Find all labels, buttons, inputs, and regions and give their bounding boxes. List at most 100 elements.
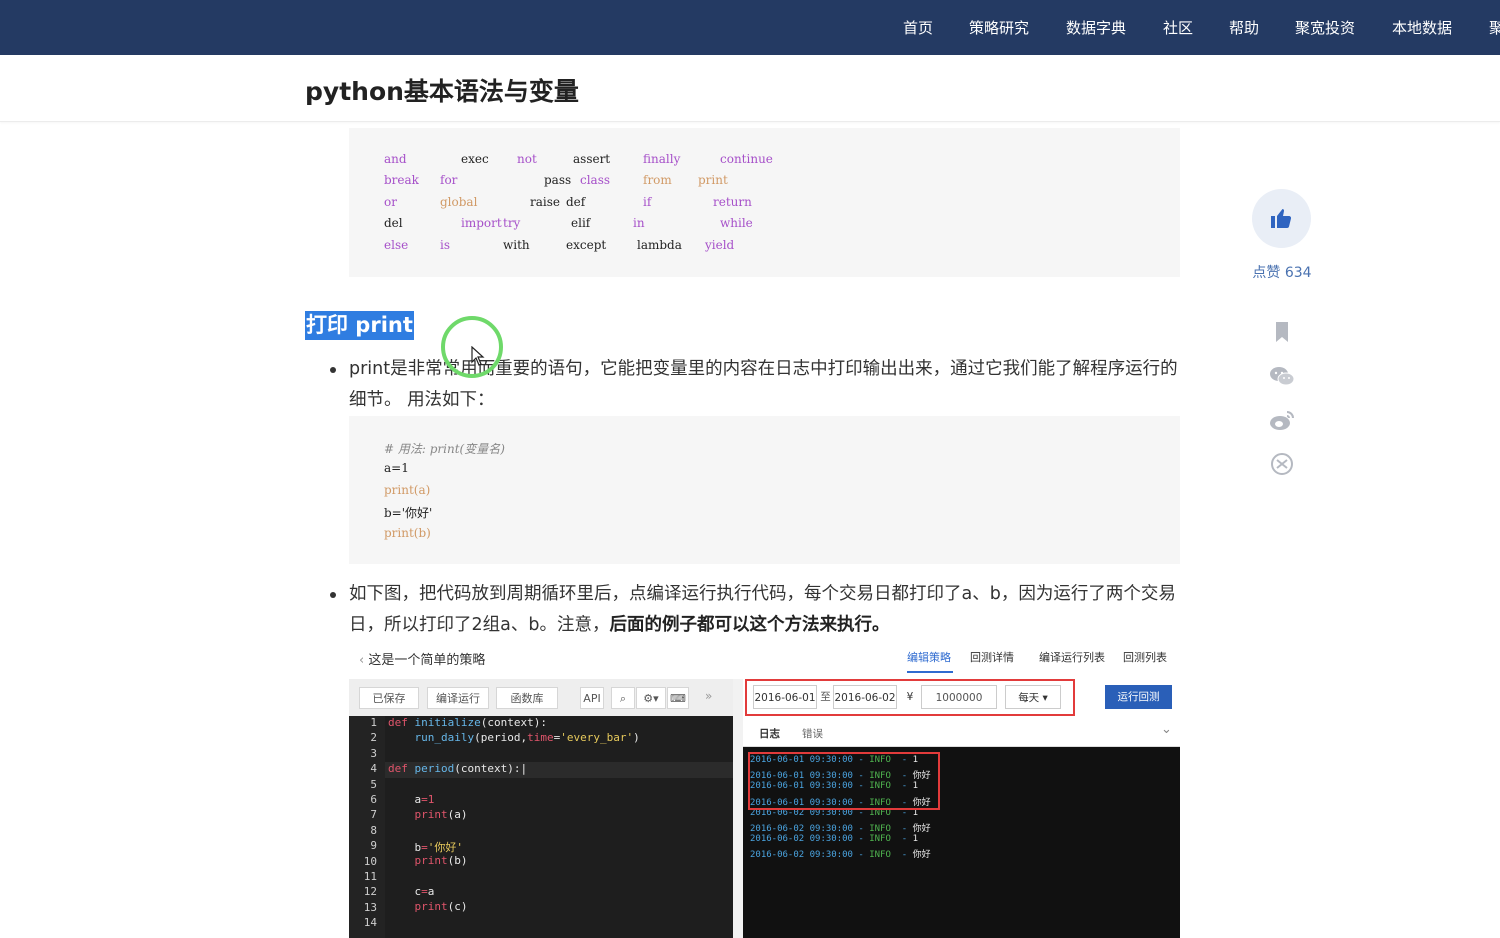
- saved-button[interactable]: 已保存: [359, 687, 419, 709]
- nav-community[interactable]: 社区: [1163, 0, 1193, 55]
- expand-icon[interactable]: »: [705, 689, 712, 703]
- line-number: 1: [370, 716, 377, 729]
- wechat-icon[interactable]: [1268, 364, 1296, 388]
- line-number: 5: [370, 777, 377, 791]
- keyword-token: pass: [544, 173, 572, 187]
- tab-errors[interactable]: 错误: [802, 726, 823, 741]
- keyword-token: with: [503, 238, 530, 252]
- run-backtest-button[interactable]: 运行回测: [1105, 685, 1172, 709]
- like-count: 点赞 634: [1252, 265, 1312, 281]
- code-line: print(a): [384, 483, 431, 497]
- keyword-token: for: [440, 173, 458, 187]
- log-line: 2016-06-02 09:30:00 - INFO - 你好: [750, 824, 931, 834]
- chevron-left-icon: ‹: [359, 653, 369, 668]
- api-button[interactable]: API: [580, 687, 604, 709]
- code-line: b='你好': [388, 841, 463, 854]
- code-line: a=1: [388, 793, 435, 806]
- code-line: print(c): [414, 900, 468, 913]
- code-line: def initialize(context):: [388, 716, 547, 729]
- log-message: 你好: [912, 824, 931, 834]
- nav-home[interactable]: 首页: [903, 0, 933, 55]
- keyword-token: except: [566, 238, 607, 252]
- code-line: print(b): [414, 854, 468, 867]
- keyword-token: or: [384, 195, 397, 209]
- log-level: INFO: [869, 850, 891, 861]
- keyboard-icon[interactable]: ⌨: [667, 687, 689, 709]
- tab-backtest-detail[interactable]: 回测详情: [970, 649, 1014, 665]
- keyword-token: from: [643, 173, 672, 187]
- page-title: python基本语法与变量: [305, 77, 579, 106]
- code-line: run_daily(period,time='every_bar'): [414, 731, 640, 744]
- search-icon[interactable]: ⌕: [611, 687, 635, 709]
- compile-run-button[interactable]: 编译运行: [427, 687, 489, 709]
- code-comment: # 用法: print(变量名): [384, 442, 505, 456]
- code-line: print(a): [414, 808, 468, 821]
- log-line: 2016-06-02 09:30:00 - INFO - 1: [750, 834, 919, 845]
- pane-divider[interactable]: [733, 679, 743, 938]
- nav-local-data[interactable]: 本地数据: [1392, 0, 1452, 55]
- keyword-token: and: [384, 152, 407, 166]
- log-tabs: 日志 错误 ⌄: [743, 719, 1180, 747]
- log-timestamp: 2016-06-02 09:30:00: [750, 850, 853, 861]
- editor-gutter: 1 2 3 4 5 6 7 8 9 10 11 12 13 14: [349, 716, 385, 938]
- keyword-token: continue: [720, 152, 773, 166]
- keyword-token: import: [461, 216, 502, 230]
- keyword-token: in: [633, 216, 645, 230]
- tab-log[interactable]: 日志: [759, 726, 780, 741]
- keyword-token: if: [643, 195, 652, 209]
- strategy-name: 这是一个简单的策略: [368, 653, 486, 668]
- log-message: 1: [912, 834, 919, 845]
- thumbs-up-icon: [1271, 209, 1292, 228]
- line-number: 4: [370, 762, 377, 776]
- function-library-button[interactable]: 函数库: [496, 687, 558, 709]
- keyword-token: global: [440, 195, 478, 209]
- log-timestamp: 2016-06-02 09:30:00: [750, 824, 853, 834]
- code-line: def period(context):|: [388, 762, 528, 775]
- line-number: 2: [370, 731, 377, 745]
- tab-backtest-list[interactable]: 回测列表: [1123, 649, 1167, 665]
- like-button[interactable]: [1252, 189, 1311, 248]
- code-line: print(b): [384, 526, 431, 540]
- code-line: a=1: [384, 461, 409, 475]
- keyword-token: print: [698, 173, 728, 187]
- strategy-back-link[interactable]: ‹ 这是一个简单的策略: [359, 649, 485, 668]
- collapse-icon[interactable]: ⌄: [1161, 722, 1172, 737]
- keyword-token: assert: [573, 152, 611, 166]
- nav-joinquant-invest[interactable]: 聚宽投资: [1295, 0, 1355, 55]
- example-paragraph: 如下图，把代码放到周期循环里后，点编译运行执行代码，每个交易日都打印了a、b，因…: [349, 579, 1184, 641]
- line-number: 13: [363, 900, 377, 914]
- log-line: 2016-06-02 09:30:00 - INFO - 你好: [750, 850, 931, 861]
- keyword-token: while: [720, 216, 753, 230]
- annotation-box-params: [745, 679, 1075, 716]
- keywords-code-block: and exec not assert finally continue break for p…: [349, 128, 1180, 277]
- embedded-strategy-screenshot: ‹ 这是一个简单的策略 编辑策略 回测详情 编译运行列表 回测列表 已保存 编译…: [349, 641, 1180, 938]
- line-number: 7: [370, 808, 377, 822]
- code-editor[interactable]: 1 2 3 4 5 6 7 8 9 10 11 12 13 14 def initialize(conte…: [349, 716, 733, 938]
- tab-edit-strategy[interactable]: 编辑策略: [907, 649, 951, 665]
- keyword-token: del: [384, 216, 403, 230]
- nav-data-dictionary[interactable]: 数据字典: [1066, 0, 1126, 55]
- nav-strategy-research[interactable]: 策略研究: [969, 0, 1029, 55]
- title-bar: python基本语法与变量: [0, 55, 1500, 122]
- keyword-token: exec: [461, 152, 489, 166]
- keyword-token: is: [440, 238, 450, 252]
- nav-help[interactable]: 帮助: [1229, 0, 1259, 55]
- log-level: INFO: [869, 824, 891, 834]
- keyword-token: def: [566, 195, 586, 209]
- line-number: 6: [370, 793, 377, 806]
- code-line: b='你好': [384, 506, 433, 520]
- active-tab-indicator: [907, 671, 953, 673]
- nav-more[interactable]: 聚: [1489, 0, 1500, 55]
- editor-toolbar: 已保存 编译运行 函数库 API ⌕ ⚙▾ ⌨ »: [349, 679, 733, 716]
- share-icon[interactable]: [1268, 452, 1296, 476]
- keyword-token: not: [517, 152, 537, 166]
- tab-compile-run-list[interactable]: 编译运行列表: [1039, 649, 1105, 665]
- code-line: c=a: [388, 885, 435, 898]
- weibo-icon[interactable]: [1268, 408, 1296, 432]
- gear-icon[interactable]: ⚙▾: [636, 687, 666, 709]
- keyword-token: lambda: [637, 238, 682, 252]
- bookmark-icon[interactable]: [1268, 320, 1296, 344]
- keyword-token: finally: [643, 152, 681, 166]
- top-navbar: 首页 策略研究 数据字典 社区 帮助 聚宽投资 本地数据 聚: [0, 0, 1500, 55]
- annotation-box-logs: [748, 752, 940, 810]
